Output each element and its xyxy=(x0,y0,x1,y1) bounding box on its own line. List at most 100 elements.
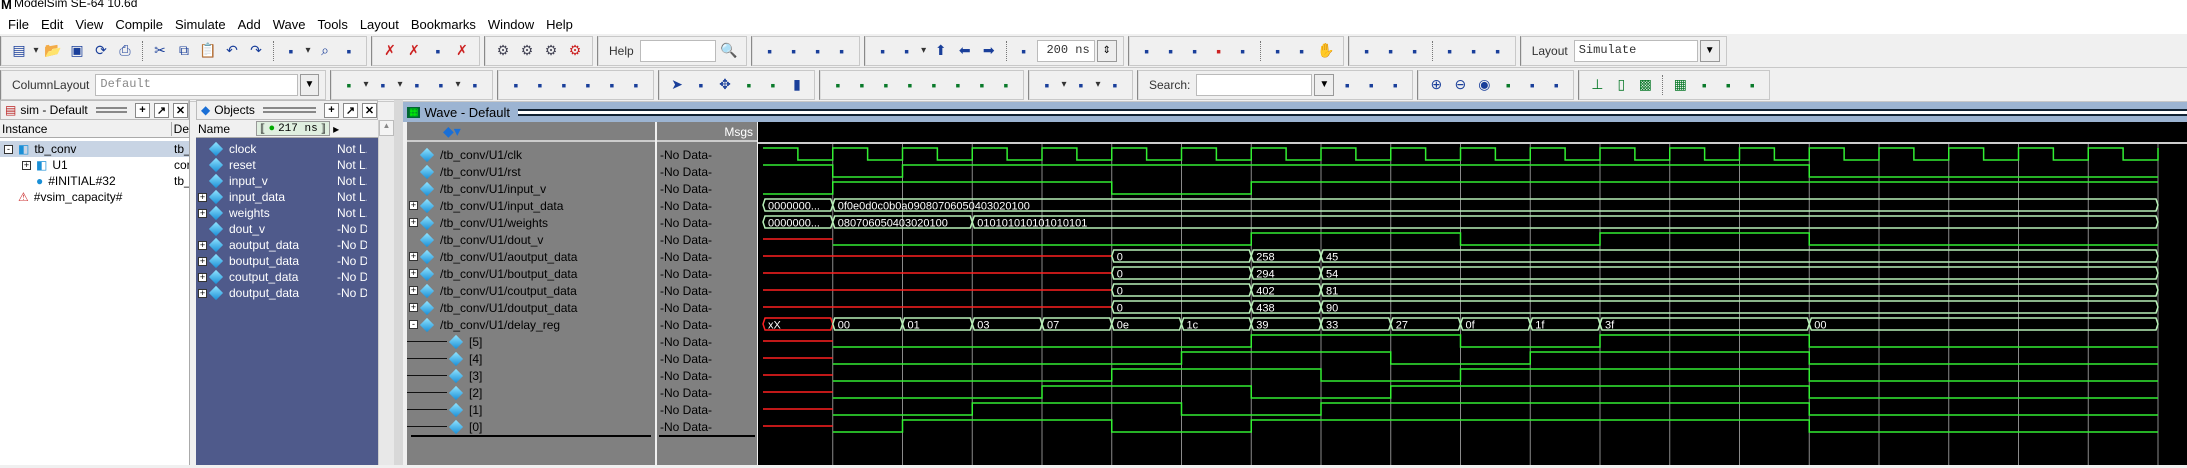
dataflow-one-icon[interactable]: ▪ xyxy=(505,74,527,96)
cursor-edit-icon[interactable]: ▪ xyxy=(762,74,784,96)
edge-prev-icon[interactable]: ▪ xyxy=(923,74,945,96)
dropdown-arrow-icon[interactable]: ▾ xyxy=(1060,74,1068,96)
dataflow-io-icon[interactable]: ▪ xyxy=(553,74,575,96)
column-layout-dropdown-button[interactable]: ▼ xyxy=(299,73,319,96)
dropdown-arrow-icon[interactable]: ▾ xyxy=(304,40,312,62)
save-format-icon[interactable]: ▪ xyxy=(430,74,452,96)
objects-scrollbar[interactable]: ▲ xyxy=(378,120,394,465)
export-icon[interactable]: ▪ xyxy=(464,74,486,96)
wave-step1-icon[interactable]: ▪ xyxy=(1693,74,1715,96)
expand-icon[interactable]: + xyxy=(198,288,207,298)
dropdown-arrow-icon[interactable]: ▾ xyxy=(454,74,462,96)
hand-icon[interactable]: ✋ xyxy=(1315,40,1337,62)
edge-falling-icon[interactable]: ▪ xyxy=(971,74,993,96)
paste-icon[interactable]: 📋 xyxy=(197,40,219,62)
time-prev-icon[interactable]: ⟦ xyxy=(260,122,265,136)
wave-cursor-line[interactable] xyxy=(411,435,651,437)
break-run-icon[interactable]: ▪ xyxy=(1208,40,1230,62)
waveform-canvas[interactable]: 0000000... 0f0e0d0c0b0a090807060504030201… xyxy=(758,122,2187,465)
cursor-pair-icon[interactable]: ▪ xyxy=(738,74,760,96)
wave-signal-row[interactable]: + /tb_conv/U1/weights xyxy=(407,214,655,231)
search-next-icon[interactable]: ▪ xyxy=(1360,74,1382,96)
menu-layout[interactable]: Layout xyxy=(354,17,405,32)
wave-step2-icon[interactable]: ▪ xyxy=(1717,74,1739,96)
object-row[interactable]: + aoutput_data -No D xyxy=(198,237,378,253)
wave-signal-row[interactable]: [0] xyxy=(407,418,655,435)
scroll-up-icon[interactable]: ▲ xyxy=(379,120,394,136)
compile-all-gear-icon[interactable]: ⚙ xyxy=(516,40,538,62)
menu-wave[interactable]: Wave xyxy=(267,17,312,32)
column-layout-select[interactable]: Default xyxy=(95,73,298,96)
object-row[interactable]: + boutput_data -No D xyxy=(198,253,378,269)
objects-time-display[interactable]: ⟦ ● 217 ns ⟧ xyxy=(256,121,331,136)
print-icon[interactable]: ⎙ xyxy=(114,40,136,62)
step-break-icon[interactable]: ✗ xyxy=(403,40,425,62)
dataflow-all-icon[interactable]: ▪ xyxy=(601,74,623,96)
expand-icon[interactable]: + xyxy=(198,240,207,250)
menu-compile[interactable]: Compile xyxy=(109,17,169,32)
dropdown-arrow-icon[interactable]: ▾ xyxy=(396,74,404,96)
insert-icon[interactable]: ▪ xyxy=(896,40,918,62)
column-instance[interactable]: Instance xyxy=(0,121,172,136)
step-icon[interactable]: ▪ xyxy=(1356,40,1378,62)
pane-undock-button[interactable]: ↗ xyxy=(343,102,358,118)
help-icon[interactable]: ▪ xyxy=(783,40,805,62)
expand-icon[interactable]: ▪ xyxy=(1036,74,1058,96)
wave-signal-row[interactable]: + /tb_conv/U1/aoutput_data xyxy=(407,248,655,265)
edge-next-icon[interactable]: ▪ xyxy=(947,74,969,96)
zoom-full-icon[interactable]: ◉ xyxy=(1473,74,1495,96)
expand-icon[interactable]: + xyxy=(198,256,207,266)
run-icon[interactable]: ▪ xyxy=(1136,40,1158,62)
add-wave-icon[interactable]: ▪ xyxy=(338,74,360,96)
next-cursor-icon[interactable]: ▪ xyxy=(899,74,921,96)
menu-file[interactable]: File xyxy=(2,17,35,32)
close-doc-icon[interactable]: ▪ xyxy=(831,40,853,62)
pane-add-button[interactable]: + xyxy=(324,102,339,118)
dropdown-arrow-icon[interactable]: ▾ xyxy=(920,40,928,62)
expand-icon[interactable]: + xyxy=(409,286,418,295)
expand-icon[interactable]: + xyxy=(409,252,418,261)
object-row[interactable]: + weights Not L. xyxy=(198,205,378,221)
dropdown-arrow-icon[interactable]: ▾ xyxy=(1094,74,1102,96)
step-out-back-icon[interactable]: ▪ xyxy=(1487,40,1509,62)
add-signal-icon[interactable]: ◆▾ xyxy=(443,123,461,140)
collapse-icon[interactable]: - xyxy=(409,320,418,329)
pane-grip[interactable] xyxy=(262,107,316,113)
expand-icon[interactable]: + xyxy=(409,218,418,227)
help-search-icon[interactable]: 🔍 xyxy=(718,40,740,62)
wave-signal-row[interactable]: [4] xyxy=(407,350,655,367)
object-row[interactable]: + doutput_data -No D xyxy=(198,285,378,301)
menu-bookmarks[interactable]: Bookmarks xyxy=(405,17,482,32)
delete-cursor-icon[interactable]: ▪ xyxy=(851,74,873,96)
wave-block-icon[interactable]: ▩ xyxy=(1634,74,1656,96)
profile-icon[interactable]: ▪ xyxy=(1267,40,1289,62)
zoom-between-icon[interactable]: ▪ xyxy=(1521,74,1543,96)
arrow-right-icon[interactable]: ➡ xyxy=(978,40,1000,62)
break-icon[interactable]: ✗ xyxy=(379,40,401,62)
dropdown-arrow-icon[interactable]: ▾ xyxy=(32,40,40,62)
select-pointer-icon[interactable]: ➤ xyxy=(666,74,688,96)
menu-tools[interactable]: Tools xyxy=(311,17,353,32)
redo-icon[interactable]: ↷ xyxy=(245,40,267,62)
expand-icon[interactable]: + xyxy=(409,303,418,312)
object-row[interactable]: + input_data Not L. xyxy=(198,189,378,205)
arrow-up-icon[interactable]: ⬆ xyxy=(930,40,952,62)
menu-view[interactable]: View xyxy=(69,17,109,32)
wave-signal-row[interactable]: /tb_conv/U1/rst xyxy=(407,163,655,180)
compile-gear-icon[interactable]: ⚙ xyxy=(492,40,514,62)
open-folder-icon[interactable]: 📂 xyxy=(42,40,64,62)
reload-icon[interactable]: ⟳ xyxy=(90,40,112,62)
search-input[interactable] xyxy=(1196,73,1313,96)
wave-signal-row[interactable]: + /tb_conv/U1/coutput_data xyxy=(407,282,655,299)
wave-line-icon[interactable]: ⊥ xyxy=(1586,74,1608,96)
zoom-cursor-icon[interactable]: ▪ xyxy=(1497,74,1519,96)
menu-add[interactable]: Add xyxy=(232,17,267,32)
new-file-icon[interactable]: ▤ xyxy=(8,40,30,62)
collapse-icon[interactable]: ▪ xyxy=(338,40,360,62)
object-row[interactable]: + coutput_data -No D xyxy=(198,269,378,285)
menu-simulate[interactable]: Simulate xyxy=(169,17,232,32)
time-step-icon[interactable]: ▪ xyxy=(1013,40,1035,62)
scroll-right-icon[interactable]: ▸ xyxy=(333,122,339,136)
wave-signal-row[interactable]: /tb_conv/U1/dout_v xyxy=(407,231,655,248)
copy-icon[interactable]: ⧉ xyxy=(173,40,195,62)
